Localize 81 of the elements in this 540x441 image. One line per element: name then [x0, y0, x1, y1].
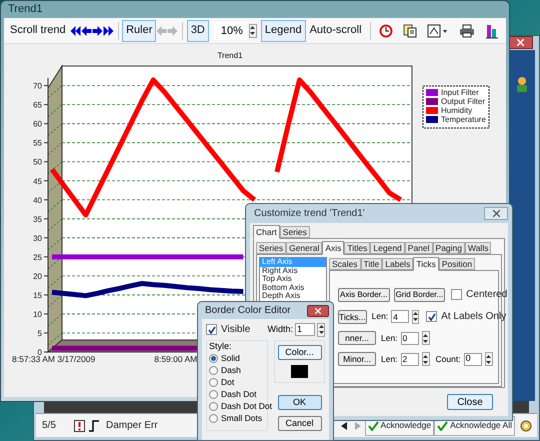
len-label: Len: [381, 352, 398, 366]
toggle-button[interactable]: 3D [186, 20, 209, 42]
tab[interactable]: Walls [465, 242, 492, 254]
axis-label: 60 [33, 120, 42, 129]
len-label: Len: [381, 332, 398, 344]
checkbox-label: At Labels Only [441, 310, 506, 324]
axis-label: 70 [33, 82, 42, 91]
tab[interactable]: General [286, 242, 322, 254]
count-field[interactable]: 0 [464, 352, 482, 366]
radio-label: Dash Dot [221, 389, 256, 399]
axis-label: 5 [38, 328, 42, 338]
cancel-button[interactable]: Cancel [278, 416, 322, 431]
tick-button[interactable]: nner... [338, 331, 376, 345]
radio-label: Small Dots [221, 413, 262, 423]
style-label: Style: [209, 341, 233, 351]
len-field[interactable]: 0 [400, 332, 419, 344]
axis-label: 20 [33, 272, 42, 281]
border-button[interactable]: Grid Border... [394, 288, 446, 302]
width-field[interactable]: 1 [295, 323, 315, 336]
dialog-title: Border Color Editor [205, 304, 291, 318]
toggle-button[interactable]: Legend [260, 20, 306, 42]
radio-label: Solid [221, 353, 240, 363]
len-label: Len: [372, 310, 388, 323]
checkbox-label: Centered [466, 288, 508, 302]
width-label: Width: [267, 322, 293, 336]
len-field[interactable]: 4 [391, 310, 410, 323]
color-button[interactable]: Color... [278, 345, 322, 360]
axis-label: 45 [33, 176, 42, 186]
axis-label: 8:59:00 AM [154, 354, 198, 364]
close-button[interactable]: Close [447, 394, 493, 410]
toggle-button[interactable]: Auto-scroll [306, 20, 366, 42]
axis-label: 50 [33, 158, 42, 167]
radio-label: Dot [221, 377, 234, 387]
radio-label: Dash [221, 365, 241, 375]
border-button[interactable]: Axis Border... [338, 288, 390, 302]
toggle-button[interactable]: Ruler [122, 20, 156, 42]
list-item[interactable]: Depth Axis [260, 292, 326, 300]
tick-button[interactable]: Ticks... [338, 310, 367, 324]
toolbar-label: Scroll trend [9, 23, 67, 38]
axis-label: 40 [33, 196, 42, 205]
tab[interactable]: Ticks [413, 257, 439, 271]
ok-button[interactable]: OK [278, 395, 322, 410]
alarm-text: Damper Err [106, 419, 158, 433]
axis-label: 15 [33, 290, 42, 300]
legend-label: Temperature [441, 115, 486, 124]
checkbox-label: Visible [221, 323, 250, 337]
list-item[interactable]: Top Axis [260, 275, 326, 284]
tab[interactable]: Legend [370, 242, 405, 254]
legend-label: Input Filter [441, 88, 479, 97]
tab[interactable]: Position [438, 258, 476, 270]
tab[interactable]: Labels [382, 258, 414, 270]
tab[interactable]: Scales [329, 258, 361, 270]
alarm-count: 5/5 [41, 419, 57, 433]
axis-label: 10 [33, 310, 42, 319]
tab[interactable]: Paging [432, 242, 465, 254]
legend-label: Humidity [441, 106, 472, 115]
tab[interactable]: Title [360, 258, 382, 270]
tab[interactable]: Series [280, 226, 310, 238]
axis-label: 30 [33, 234, 42, 243]
axis-label: 55 [33, 138, 42, 148]
legend-label: Output Filter [441, 97, 486, 106]
dialog-title: Customize trend 'Trend1' [254, 207, 365, 221]
window-title: Trend1 [8, 2, 42, 18]
len-field[interactable]: 2 [400, 352, 419, 366]
list-item[interactable]: Right Axis [260, 266, 326, 275]
axis-label: 25 [33, 252, 42, 262]
tab[interactable]: Chart [253, 225, 280, 239]
list-item[interactable]: Bottom Axis [260, 284, 326, 292]
axis-label: 35 [33, 214, 42, 224]
tick-button[interactable]: Minor... [338, 352, 376, 366]
tab[interactable]: Panel [404, 242, 433, 254]
chart-title: Trend1 [217, 51, 243, 60]
axis-label: 8:57:33 AM 3/17/2009 [12, 354, 96, 364]
tab[interactable]: Series [256, 242, 286, 254]
count-label: Count: [436, 352, 461, 366]
axis-label: 0 [38, 348, 42, 357]
tab[interactable]: Titles [344, 242, 370, 254]
radio-label: Dash Dot Dot [221, 401, 272, 411]
tab[interactable]: Axis [322, 241, 344, 255]
zoom-field[interactable]: 10% [212, 22, 247, 40]
axis-label: 65 [33, 100, 42, 110]
